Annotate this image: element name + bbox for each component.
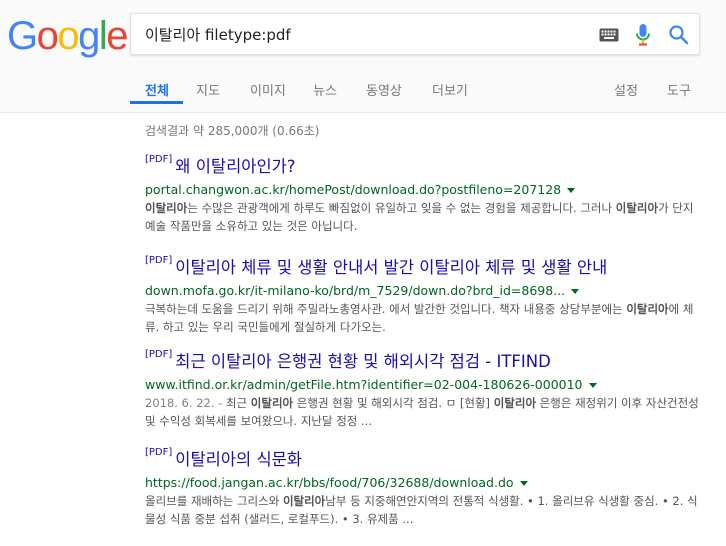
snippet-highlight: 이탈리아 xyxy=(282,494,326,508)
snippet-highlight: 이탈리아 xyxy=(615,201,659,215)
tab-videos[interactable]: 동영상 xyxy=(366,80,402,99)
result-stats: 검색결과 약 285,000개 (0.66초) xyxy=(145,124,320,138)
tab-all[interactable]: 전체 xyxy=(145,80,169,99)
search-result: [PDF] 이탈리아의 식문화 https://food.jangan.ac.kr… xyxy=(145,446,705,528)
result-title: 이탈리아의 식문화 xyxy=(175,450,302,469)
result-snippet: 올리브를 재배하는 그리스와 이탈리아남부 등 지중해연안지역의 전통적 식생활… xyxy=(145,492,705,528)
result-url-text: https://food.jangan.ac.kr/bbs/food/706/3… xyxy=(145,475,514,490)
google-logo[interactable]: Google xyxy=(7,12,128,60)
snippet-highlight: 이탈리아 xyxy=(493,396,537,410)
result-snippet: 이탈리아는 수많은 관광객에게 하루도 빠짐없이 유일하고 잊을 수 없는 경험… xyxy=(145,199,705,235)
snippet-highlight: 이탈리아 xyxy=(145,201,188,215)
result-title: 왜 이탈리아인가? xyxy=(175,157,296,176)
logo-letter-g1: G xyxy=(7,14,38,58)
result-url[interactable]: www.itfind.or.kr/admin/getFile.htm?ident… xyxy=(145,377,705,392)
result-title: 이탈리아 체류 및 생활 안내서 발간 이탈리아 체류 및 생활 안내 xyxy=(175,258,608,277)
snippet-text: 올리브를 재배하는 그리스와 xyxy=(145,494,283,508)
snippet-text: 은행권 현황 및 해외시각 점검. ㅁ [현황] xyxy=(293,396,494,410)
search-result: [PDF] 이탈리아 체류 및 생활 안내서 발간 이탈리아 체류 및 생활 안내… xyxy=(145,254,705,336)
tab-tools[interactable]: 도구 xyxy=(667,80,691,99)
active-tab-indicator xyxy=(130,101,183,104)
result-url-text: www.itfind.or.kr/admin/getFile.htm?ident… xyxy=(145,377,583,392)
dropdown-arrow-icon[interactable] xyxy=(571,289,580,294)
tab-news[interactable]: 뉴스 xyxy=(313,80,337,99)
dropdown-arrow-icon[interactable] xyxy=(519,481,528,486)
search-box xyxy=(130,13,700,55)
result-title: 최근 이탈리아 은행권 현황 및 해외시각 점검 - ITFIND xyxy=(175,352,551,371)
result-title-link[interactable]: [PDF] 왜 이탈리아인가? xyxy=(145,153,705,177)
snippet-text: 는 수많은 관광객에게 하루도 빠짐없이 유일하고 잊을 수 없는 경험을 제공… xyxy=(187,201,616,215)
result-url[interactable]: down.mofa.go.kr/it-milano-ko/brd/m_7529/… xyxy=(145,283,705,298)
result-title-link[interactable]: [PDF] 최근 이탈리아 은행권 현황 및 해외시각 점검 - ITFIND xyxy=(145,348,705,372)
logo-letter-o1: o xyxy=(36,14,59,58)
pdf-badge: [PDF] xyxy=(145,255,173,266)
tab-more[interactable]: 더보기 xyxy=(432,80,468,99)
logo-letter-e: e xyxy=(106,14,128,58)
result-snippet: 극복하는데 도움을 드리기 위해 주밀라노총영사관. 에서 발간한 것입니다. … xyxy=(145,300,705,336)
snippet-text: 최근 xyxy=(225,396,251,410)
search-icon[interactable] xyxy=(667,23,691,47)
result-title-link[interactable]: [PDF] 이탈리아의 식문화 xyxy=(145,446,705,470)
snippet-text: 극복하는데 도움을 드리기 위해 주밀라노총영사관. 에서 발간한 것입니다. … xyxy=(145,302,627,316)
result-url[interactable]: https://food.jangan.ac.kr/bbs/food/706/3… xyxy=(145,475,705,490)
result-url-text: down.mofa.go.kr/it-milano-ko/brd/m_7529/… xyxy=(145,283,566,298)
result-url-text: portal.changwon.ac.kr/homePost/download.… xyxy=(145,182,562,197)
header: Google 전체 지도 이미지 뉴스 동영상 더보기 설정 도 xyxy=(0,0,726,113)
pdf-badge: [PDF] xyxy=(145,447,173,458)
pdf-badge: [PDF] xyxy=(145,154,173,165)
result-date: 2018. 6. 22. - xyxy=(145,396,226,410)
tab-maps[interactable]: 지도 xyxy=(196,80,220,99)
logo-letter-g2: g xyxy=(78,14,100,58)
dropdown-arrow-icon[interactable] xyxy=(567,188,576,193)
keyboard-icon[interactable] xyxy=(599,28,619,42)
snippet-highlight: 이탈리아 xyxy=(626,302,669,316)
tab-settings[interactable]: 설정 xyxy=(614,80,638,99)
search-result: [PDF] 왜 이탈리아인가? portal.changwon.ac.kr/hom… xyxy=(145,153,705,235)
search-tabs: 전체 지도 이미지 뉴스 동영상 더보기 설정 도구 xyxy=(0,68,726,112)
pdf-badge: [PDF] xyxy=(145,349,173,360)
result-snippet: 2018. 6. 22. - 최근 이탈리아 은행권 현황 및 해외시각 점검.… xyxy=(145,394,705,430)
snippet-highlight: 이탈리아 xyxy=(250,396,294,410)
search-result: [PDF] 최근 이탈리아 은행권 현황 및 해외시각 점검 - ITFIND w… xyxy=(145,348,705,430)
tab-images[interactable]: 이미지 xyxy=(250,80,286,99)
logo-letter-o2: o xyxy=(57,14,79,58)
search-input[interactable] xyxy=(145,14,585,54)
dropdown-arrow-icon[interactable] xyxy=(588,383,597,388)
result-title-link[interactable]: [PDF] 이탈리아 체류 및 생활 안내서 발간 이탈리아 체류 및 생활 안내 xyxy=(145,254,705,278)
microphone-icon[interactable] xyxy=(635,23,651,47)
result-url[interactable]: portal.changwon.ac.kr/homePost/download.… xyxy=(145,182,705,197)
